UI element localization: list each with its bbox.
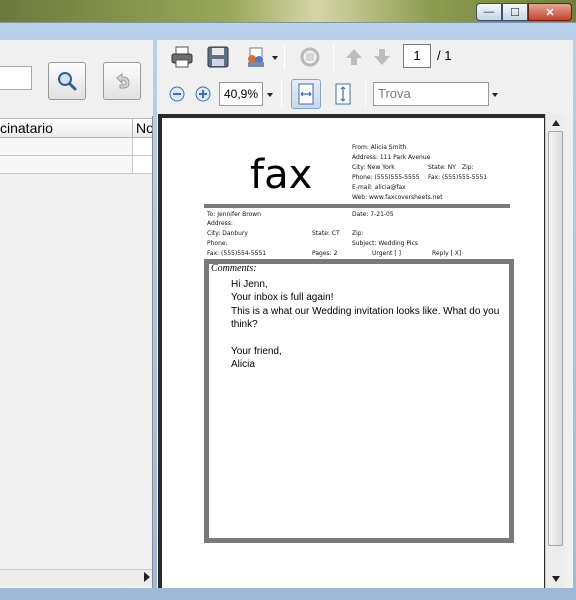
zoom-in-button[interactable] xyxy=(195,86,211,102)
comments-body: Hi Jenn, Your inbox is full again! This … xyxy=(231,278,501,372)
page-number-input[interactable]: 1 xyxy=(403,44,431,68)
printer-icon xyxy=(171,46,193,68)
horizontal-scrollbar[interactable] xyxy=(0,569,152,585)
column-header-recipient[interactable]: cinatario xyxy=(0,119,133,137)
comment-line: This is a what our Wedding invitation lo… xyxy=(231,305,500,331)
fit-page-icon xyxy=(335,83,351,105)
fax-date: Date: 7-21-05 xyxy=(352,211,394,218)
sender-address: Address: 111 Park Avenue xyxy=(352,154,431,161)
recipient-fax: Fax: (555)554-5551 xyxy=(207,250,267,257)
maximize-button[interactable]: ☐ xyxy=(502,3,528,21)
magnifier-icon xyxy=(58,72,77,91)
header-divider xyxy=(204,204,510,208)
email-contacts-icon xyxy=(248,47,264,67)
fit-width-button[interactable] xyxy=(291,79,321,109)
pdf-viewer: 1 / 1 40,9% Trova fax From: Alicia Smith… xyxy=(157,40,573,588)
scroll-up-icon[interactable] xyxy=(552,120,560,126)
page-count: Pages: 2 xyxy=(312,250,338,257)
toolbar-separator xyxy=(365,81,366,107)
arrow-up-icon xyxy=(346,49,362,65)
search-input[interactable] xyxy=(0,66,32,90)
undo-arrow-icon xyxy=(116,72,130,89)
left-pane: cinatario No xyxy=(0,40,153,588)
recipient-state: State: CT xyxy=(312,230,340,237)
sender-state: State: NY xyxy=(428,164,456,171)
minimize-button[interactable]: — xyxy=(476,3,502,21)
comment-line: Your inbox is full again! xyxy=(231,292,334,304)
document-canvas: fax From: Alicia Smith Address: 111 Park… xyxy=(158,114,554,588)
email-dropdown-caret[interactable] xyxy=(272,56,278,60)
grid-header: cinatario No xyxy=(0,118,152,138)
rotate-icon xyxy=(300,47,320,67)
comments-box: Comments: Hi Jenn, Your inbox is full ag… xyxy=(204,259,514,543)
recipient-phone: Phone: xyxy=(207,240,228,247)
table-cell xyxy=(0,156,133,173)
zoom-level-field[interactable]: 40,9% xyxy=(219,82,263,106)
comment-line: Alicia xyxy=(231,359,255,371)
page-total-label: / 1 xyxy=(437,48,452,63)
zoom-dropdown-caret[interactable] xyxy=(267,93,273,97)
table-row[interactable] xyxy=(0,156,152,174)
sender-city: City: New York xyxy=(352,164,395,171)
fit-page-button[interactable] xyxy=(329,80,357,108)
table-row[interactable] xyxy=(0,138,152,156)
recipients-grid: cinatario No xyxy=(0,118,152,174)
comment-line xyxy=(231,332,501,345)
previous-page-button[interactable] xyxy=(343,46,365,68)
rotate-button[interactable] xyxy=(297,44,323,70)
comment-line: Hi Jenn, xyxy=(231,279,268,290)
scroll-right-icon[interactable] xyxy=(144,572,150,582)
fax-title: fax xyxy=(250,152,313,198)
scroll-down-icon[interactable] xyxy=(552,576,560,582)
fit-width-icon xyxy=(298,83,314,105)
recipient-city: City: Danbury xyxy=(207,230,248,237)
table-cell xyxy=(133,156,152,173)
recipient-zip: Zip: xyxy=(352,230,364,237)
fax-subject: Subject: Wedding Pics xyxy=(352,240,419,247)
close-button[interactable]: ✕ xyxy=(528,3,572,21)
table-cell xyxy=(0,138,133,155)
find-input[interactable]: Trova xyxy=(373,82,489,106)
comment-line: Your friend, xyxy=(231,346,282,358)
send-email-button[interactable] xyxy=(243,44,269,70)
viewer-toolbar-bottom: 40,9% Trova xyxy=(157,77,573,112)
reply-checkbox: Reply [ X] xyxy=(432,250,462,257)
sender-name: From: Alicia Smith xyxy=(352,144,407,151)
search-button[interactable] xyxy=(48,62,86,100)
zoom-out-button[interactable] xyxy=(169,86,185,102)
recipient-name: To: Jennifer Brown xyxy=(207,211,261,218)
vertical-scrollbar[interactable] xyxy=(545,114,565,588)
scroll-thumb[interactable] xyxy=(548,131,563,546)
undo-button[interactable] xyxy=(103,62,141,100)
find-dropdown-caret[interactable] xyxy=(492,93,498,97)
sender-web: Web: www.faxcoversheets.net xyxy=(352,194,443,201)
comments-label: Comments: xyxy=(211,263,257,274)
toolbar-separator xyxy=(333,44,334,70)
floppy-disk-icon xyxy=(207,46,229,68)
print-button[interactable] xyxy=(169,44,195,70)
zoom-in-icon xyxy=(195,86,211,102)
column-header-number[interactable]: No xyxy=(133,119,152,137)
toolbar-separator xyxy=(284,44,285,70)
window-controls: — ☐ ✕ xyxy=(476,3,572,21)
urgent-checkbox: Urgent [ ] xyxy=(372,250,401,257)
toolbar-separator xyxy=(281,81,282,107)
save-button[interactable] xyxy=(205,44,231,70)
viewer-toolbar-top: 1 / 1 xyxy=(157,40,573,75)
table-cell xyxy=(133,138,152,155)
fax-page: fax From: Alicia Smith Address: 111 Park… xyxy=(162,118,544,588)
left-toolbar xyxy=(0,40,153,116)
sender-zip: Zip: xyxy=(462,164,474,171)
next-page-button[interactable] xyxy=(371,46,393,68)
sender-phone: Phone: (555)555-5555 xyxy=(352,174,420,181)
sender-email: E-mail: alicia@fax xyxy=(352,184,406,191)
recipient-address: Address: xyxy=(207,220,233,227)
zoom-out-icon xyxy=(169,86,185,102)
arrow-down-icon xyxy=(374,49,390,65)
sender-fax: Fax: (555)555-5551 xyxy=(428,174,488,181)
